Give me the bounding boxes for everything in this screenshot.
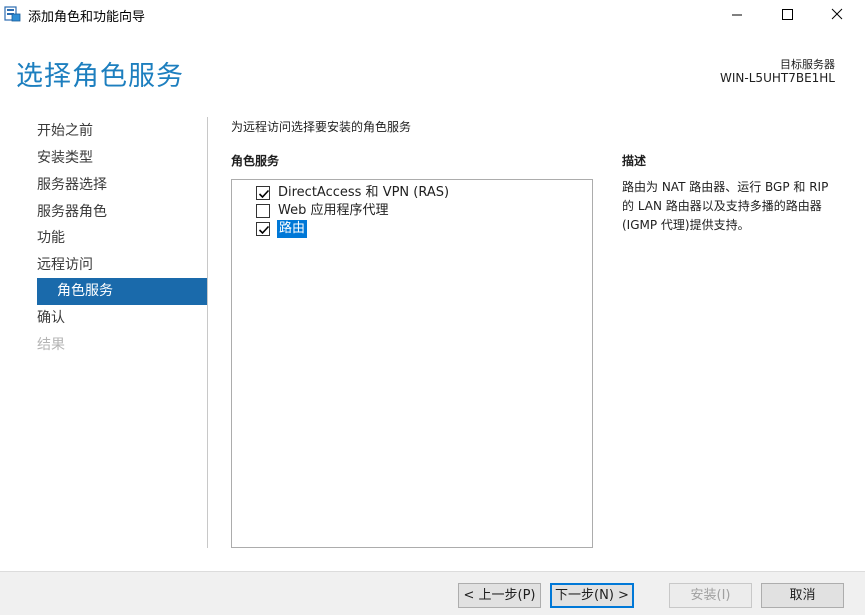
nav-item-installation-type[interactable]: 安装类型 — [37, 145, 207, 172]
cancel-button[interactable]: 取消 — [761, 583, 844, 608]
next-button[interactable]: 下一步(N) > — [550, 583, 634, 608]
checkmark-icon — [258, 225, 270, 235]
directaccess-vpn-label: DirectAccess 和 VPN (RAS) — [278, 185, 450, 200]
wizard-steps-nav: 开始之前 安装类型 服务器选择 服务器角色 功能 远程访问 角色服务 确认 结果 — [0, 114, 208, 354]
routing-checkbox[interactable] — [256, 222, 270, 236]
role-services-list[interactable]: DirectAccess 和 VPN (RAS) Web 应用程序代理 路由 — [231, 179, 593, 548]
wizard-footer: < 上一步(P) 下一步(N) > 安装(I) 取消 — [0, 571, 865, 615]
nav-item-results: 结果 — [37, 337, 65, 353]
wizard-header: 选择角色服务 目标服务器 WIN-L5UHT7BE1HL — [0, 30, 865, 106]
nav-item-server-selection[interactable]: 服务器选择 — [37, 172, 207, 199]
install-button: 安装(I) — [669, 583, 752, 608]
role-services-heading: 角色服务 — [231, 154, 280, 168]
target-server-value: WIN-L5UHT7BE1HL — [720, 71, 835, 85]
nav-item-role-services[interactable]: 角色服务 — [37, 278, 207, 305]
close-button[interactable] — [814, 0, 860, 30]
list-item[interactable]: DirectAccess 和 VPN (RAS) — [256, 184, 576, 202]
target-server-label: 目标服务器 — [780, 58, 835, 71]
maximize-icon — [782, 9, 793, 20]
description-text: 路由为 NAT 路由器、运行 BGP 和 RIP 的 LAN 路由器以及支持多播… — [622, 180, 829, 232]
close-icon — [831, 8, 843, 20]
checkmark-icon — [258, 189, 270, 199]
list-item[interactable]: 路由 — [256, 220, 576, 238]
intro-text: 为远程访问选择要安装的角色服务 — [231, 120, 412, 134]
nav-item-confirmation[interactable]: 确认 — [37, 305, 207, 332]
web-app-proxy-label: Web 应用程序代理 — [278, 203, 389, 218]
minimize-button[interactable] — [714, 0, 760, 30]
routing-label: 路由 — [277, 220, 308, 238]
nav-item-remote-access[interactable]: 远程访问 — [37, 252, 207, 279]
window-title: 添加角色和功能向导 — [28, 10, 146, 25]
title-bar: 添加角色和功能向导 — [0, 0, 865, 30]
server-manager-icon — [4, 6, 21, 22]
web-app-proxy-checkbox[interactable] — [256, 204, 270, 218]
description-heading: 描述 — [622, 154, 647, 168]
maximize-button[interactable] — [764, 0, 810, 30]
directaccess-vpn-checkbox[interactable] — [256, 186, 270, 200]
previous-button[interactable]: < 上一步(P) — [458, 583, 541, 608]
nav-item-server-roles[interactable]: 服务器角色 — [37, 199, 207, 226]
list-item[interactable]: Web 应用程序代理 — [256, 202, 576, 220]
nav-divider — [207, 117, 208, 548]
minimize-icon — [732, 14, 742, 16]
page-title: 选择角色服务 — [16, 61, 184, 92]
nav-item-features[interactable]: 功能 — [37, 225, 207, 252]
nav-item-before-you-begin[interactable]: 开始之前 — [37, 118, 207, 145]
